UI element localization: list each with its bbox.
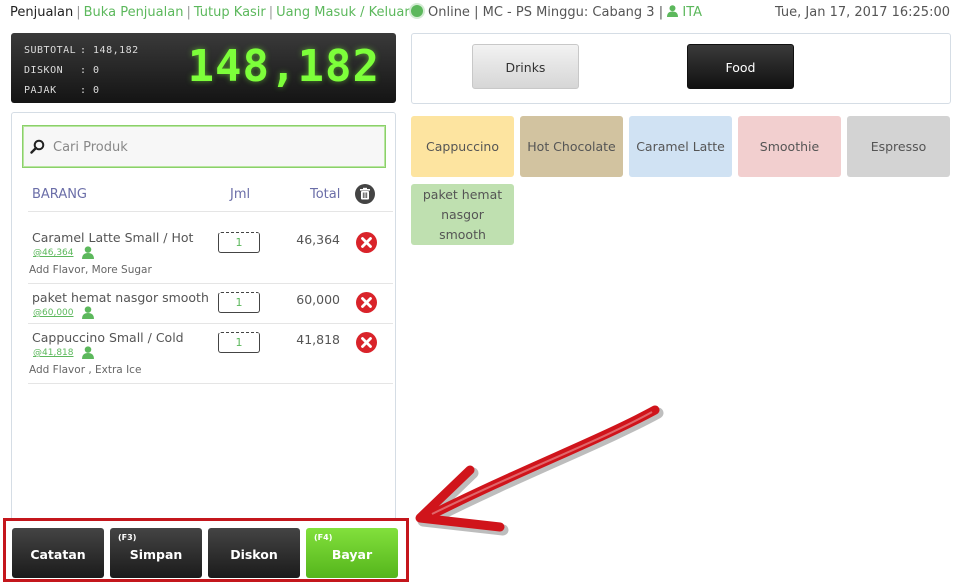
quantity-input[interactable]: 1 <box>218 292 260 313</box>
cart-panel: BARANG Jml Total Caramel Latte Small / H… <box>11 112 396 522</box>
nav-uang-masuk-keluar[interactable]: Uang Masuk / Keluar <box>276 5 410 20</box>
quantity-input[interactable]: 1 <box>218 232 260 253</box>
item-unit-price[interactable]: @41,818 <box>33 348 74 358</box>
item-notes: Add Flavor , Extra Ice <box>29 364 142 376</box>
subtotal-value: : 148,182 <box>80 45 139 56</box>
remove-item-icon[interactable] <box>356 332 377 353</box>
quantity-input[interactable]: 1 <box>218 332 260 353</box>
grand-total: 148,182 <box>187 41 380 92</box>
product-tile-caramel-latte[interactable]: Caramel Latte <box>629 116 732 177</box>
search-icon <box>30 139 45 154</box>
item-unit-price[interactable]: @46,364 <box>33 248 74 258</box>
total-display: SUBTOTAL: 148,182 DISKON: 0 PAJAK: 0 148… <box>11 33 396 103</box>
item-total: 46,364 <box>296 232 340 247</box>
remove-item-icon[interactable] <box>356 232 377 253</box>
category-food-button[interactable]: Food <box>687 44 794 89</box>
nav-buka-penjualan[interactable]: Buka Penjualan <box>84 5 184 20</box>
user-icon <box>667 5 679 17</box>
item-name: paket hemat nasgor smooth <box>32 290 209 305</box>
status-bar: Online | MC - PS Minggu: Cabang 3 | ITA <box>411 5 702 20</box>
simpan-button[interactable]: (F3) Simpan <box>110 528 202 578</box>
product-tile-smoothie[interactable]: Smoothie <box>738 116 841 177</box>
action-buttons: Catatan (F3) Simpan Diskon (F4) Bayar <box>3 518 409 582</box>
product-tile-paket-hemat[interactable]: paket hemat nasgor smooth <box>411 184 514 245</box>
remove-item-icon[interactable] <box>356 292 377 313</box>
diskon-button[interactable]: Diskon <box>208 528 300 578</box>
product-tile-espresso[interactable]: Espresso <box>847 116 950 177</box>
search-box[interactable] <box>22 125 386 168</box>
pajak-value: : 0 <box>80 85 100 96</box>
user-name[interactable]: ITA <box>682 5 702 20</box>
product-tile-hot-chocolate[interactable]: Hot Chocolate <box>520 116 623 177</box>
summary-lines: SUBTOTAL: 148,182 DISKON: 0 PAJAK: 0 <box>24 41 139 101</box>
header-total: Total <box>310 187 341 202</box>
location-label: MC - PS Minggu: Cabang 3 <box>482 5 655 20</box>
search-input[interactable] <box>53 135 373 159</box>
product-tile-cappuccino[interactable]: Cappuccino <box>411 116 514 177</box>
item-total: 60,000 <box>296 292 340 307</box>
bayar-button[interactable]: (F4) Bayar <box>306 528 398 578</box>
user-icon[interactable] <box>82 246 94 259</box>
shortcut-f3: (F3) <box>118 533 137 542</box>
datetime: Tue, Jan 17, 2017 16:25:00 <box>774 5 950 20</box>
item-notes: Add Flavor, More Sugar <box>29 264 152 276</box>
shortcut-f4: (F4) <box>314 533 333 542</box>
item-total: 41,818 <box>296 332 340 347</box>
trash-icon[interactable] <box>355 184 375 204</box>
catatan-button[interactable]: Catatan <box>12 528 104 578</box>
online-status-icon <box>411 5 423 17</box>
item-name: Cappuccino Small / Cold <box>32 330 184 345</box>
nav-penjualan[interactable]: Penjualan <box>10 5 73 20</box>
online-label: Online <box>428 5 470 20</box>
category-panel: Drinks Food <box>411 33 951 104</box>
user-icon[interactable] <box>82 306 94 319</box>
header-jml: Jml <box>230 187 251 202</box>
diskon-value: : 0 <box>80 65 100 76</box>
category-drinks-button[interactable]: Drinks <box>472 44 579 89</box>
top-nav: Penjualan | Buka Penjualan | Tutup Kasir | Uan… <box>10 5 410 20</box>
nav-tutup-kasir[interactable]: Tutup Kasir <box>194 5 266 20</box>
top-bar: Penjualan | Buka Penjualan | Tutup Kasir | Uan… <box>0 0 959 26</box>
user-icon[interactable] <box>82 346 94 359</box>
header-barang: BARANG <box>32 187 88 202</box>
item-unit-price[interactable]: @60,000 <box>33 308 74 318</box>
item-name: Caramel Latte Small / Hot <box>32 230 194 245</box>
